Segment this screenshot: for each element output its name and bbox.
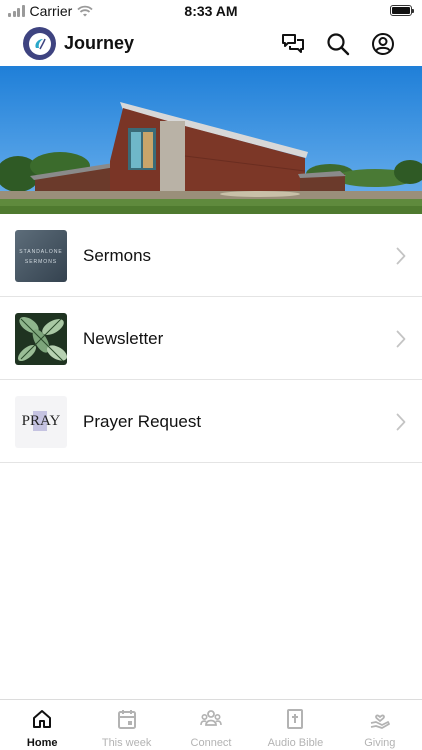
giving-icon	[370, 714, 390, 729]
bible-icon	[287, 709, 304, 729]
tab-this-week[interactable]: This week	[84, 700, 168, 750]
menu-item-label: Sermons	[83, 246, 152, 265]
menu-item-sermons[interactable]: STANDALONE SERMONS Sermons	[0, 214, 422, 297]
tab-connect[interactable]: Connect	[169, 700, 253, 750]
chevron-right-icon	[396, 247, 406, 265]
tab-label: Giving	[364, 737, 396, 749]
home-icon	[33, 710, 52, 728]
tab-audio-bible[interactable]: Audio Bible	[253, 700, 337, 750]
status-time: 8:33 AM	[184, 3, 238, 19]
prayer-thumb-text: PRAY	[21, 413, 61, 429]
menu-item-label: Prayer Request	[83, 412, 202, 431]
newsletter-thumbnail	[15, 313, 67, 365]
app-logo	[23, 27, 56, 60]
group-icon	[200, 710, 222, 726]
sermons-thumb-line1: STANDALONE	[19, 249, 63, 255]
tab-home[interactable]: Home	[0, 700, 84, 750]
tab-label: This week	[101, 737, 152, 749]
tab-label: Home	[26, 737, 58, 749]
tab-bar: Home This week Connect Audio Bible Givin…	[0, 699, 422, 750]
chevron-right-icon	[396, 413, 406, 431]
church-photo-image	[0, 66, 422, 214]
chevron-right-icon	[396, 330, 406, 348]
search-icon[interactable]	[325, 31, 351, 57]
prayer-thumbnail: PRAY	[15, 396, 67, 448]
app-header: Journey	[0, 22, 422, 66]
menu-item-prayer-request[interactable]: PRAY Prayer Request	[0, 380, 422, 463]
tab-label: Connect	[190, 737, 232, 749]
app-title: Journey	[64, 33, 135, 53]
menu-item-newsletter[interactable]: Newsletter	[0, 297, 422, 380]
hero-church-photo	[0, 66, 422, 214]
menu-item-label: Newsletter	[83, 329, 164, 348]
calendar-icon	[117, 710, 136, 729]
tab-giving[interactable]: Giving	[338, 700, 422, 750]
chat-icon[interactable]	[280, 31, 306, 57]
tab-label: Audio Bible	[267, 737, 324, 749]
sermons-thumbnail: STANDALONE SERMONS	[15, 230, 67, 282]
sermons-thumb-line2: SERMONS	[24, 259, 58, 265]
status-bar: Carrier 8:33 AM	[0, 0, 422, 22]
menu-list: STANDALONE SERMONS Sermons Newsletter PR…	[0, 214, 422, 463]
battery-icon	[390, 5, 414, 16]
account-icon[interactable]	[370, 31, 396, 57]
